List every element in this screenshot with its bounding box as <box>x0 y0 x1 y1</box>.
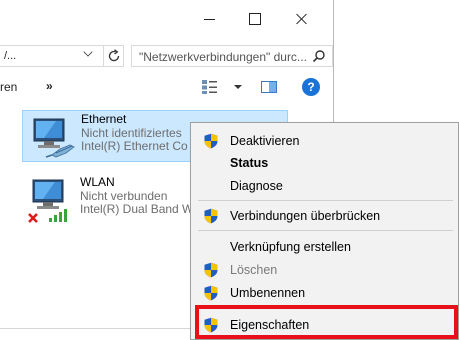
highlight-annotation-box <box>195 305 458 339</box>
minimize-button[interactable] <box>196 6 224 32</box>
menu-separator <box>198 200 453 201</box>
refresh-button[interactable] <box>104 45 124 67</box>
close-button[interactable] <box>288 6 316 32</box>
connection-name: Ethernet <box>81 112 127 126</box>
menu-item-label: Löschen <box>230 263 278 277</box>
command-bar-more-button[interactable]: » <box>46 79 53 93</box>
menu-separator <box>198 230 453 231</box>
wlan-adapter-icon <box>28 179 67 223</box>
menu-item-umbenennen[interactable]: Umbenennen <box>191 282 458 304</box>
ethernet-adapter-icon <box>33 118 75 158</box>
connection-status: Nicht verbunden <box>80 188 168 203</box>
menu-item-label: Umbenennen <box>230 286 306 300</box>
uac-shield-icon <box>203 133 219 149</box>
uac-shield-icon <box>203 262 219 278</box>
menu-item-label: Verknüpfung erstellen <box>230 240 351 254</box>
menu-item-label: Verbindungen überbrücken <box>230 209 381 223</box>
address-text: /... <box>4 50 17 62</box>
change-view-icon[interactable] <box>201 79 219 95</box>
address-bar[interactable]: /... <box>0 45 104 67</box>
menu-item-deaktivieren[interactable]: Deaktivieren <box>191 130 458 152</box>
uac-shield-icon <box>203 208 219 224</box>
connection-text: Ethernet Nicht identifiziertes Intel(R) … <box>81 112 188 154</box>
connection-status: Nicht identifiziertes <box>81 125 182 140</box>
menu-item-verknuepfung-erstellen[interactable]: Verknüpfung erstellen <box>191 236 458 258</box>
menu-item-loeschen[interactable]: Löschen <box>191 259 458 281</box>
search-icon[interactable] <box>312 49 326 63</box>
menu-item-status[interactable]: Status <box>191 152 458 174</box>
search-input[interactable]: "Netzwerkverbindungen" durc... <box>131 45 333 67</box>
menu-item-label: Status <box>230 156 269 170</box>
command-bar-truncated-item[interactable]: ren <box>0 80 17 94</box>
view-dropdown-arrow-icon[interactable] <box>234 85 242 89</box>
title-bar <box>0 0 333 38</box>
maximize-button[interactable] <box>241 6 269 32</box>
uac-shield-icon <box>203 285 219 301</box>
help-icon[interactable]: ? <box>302 78 320 96</box>
search-placeholder: "Netzwerkverbindungen" durc... <box>139 50 307 64</box>
menu-item-verbindungen-ueberbruecken[interactable]: Verbindungen überbrücken <box>191 205 458 227</box>
refresh-icon <box>108 49 120 62</box>
connection-device: Intel(R) Ethernet Co <box>81 139 188 153</box>
preview-pane-icon[interactable] <box>261 81 277 93</box>
connection-name: WLAN <box>80 175 115 189</box>
chevron-down-icon[interactable] <box>83 47 93 57</box>
menu-item-label: Diagnose <box>230 179 283 193</box>
connection-text: WLAN Nicht verbunden Intel(R) Dual Band … <box>80 175 194 217</box>
disconnected-x-icon <box>28 213 38 223</box>
connection-device: Intel(R) Dual Band W <box>80 202 194 216</box>
command-bar: ren » ? <box>0 74 333 100</box>
menu-item-diagnose[interactable]: Diagnose <box>191 175 458 197</box>
menu-item-label: Deaktivieren <box>230 134 300 148</box>
